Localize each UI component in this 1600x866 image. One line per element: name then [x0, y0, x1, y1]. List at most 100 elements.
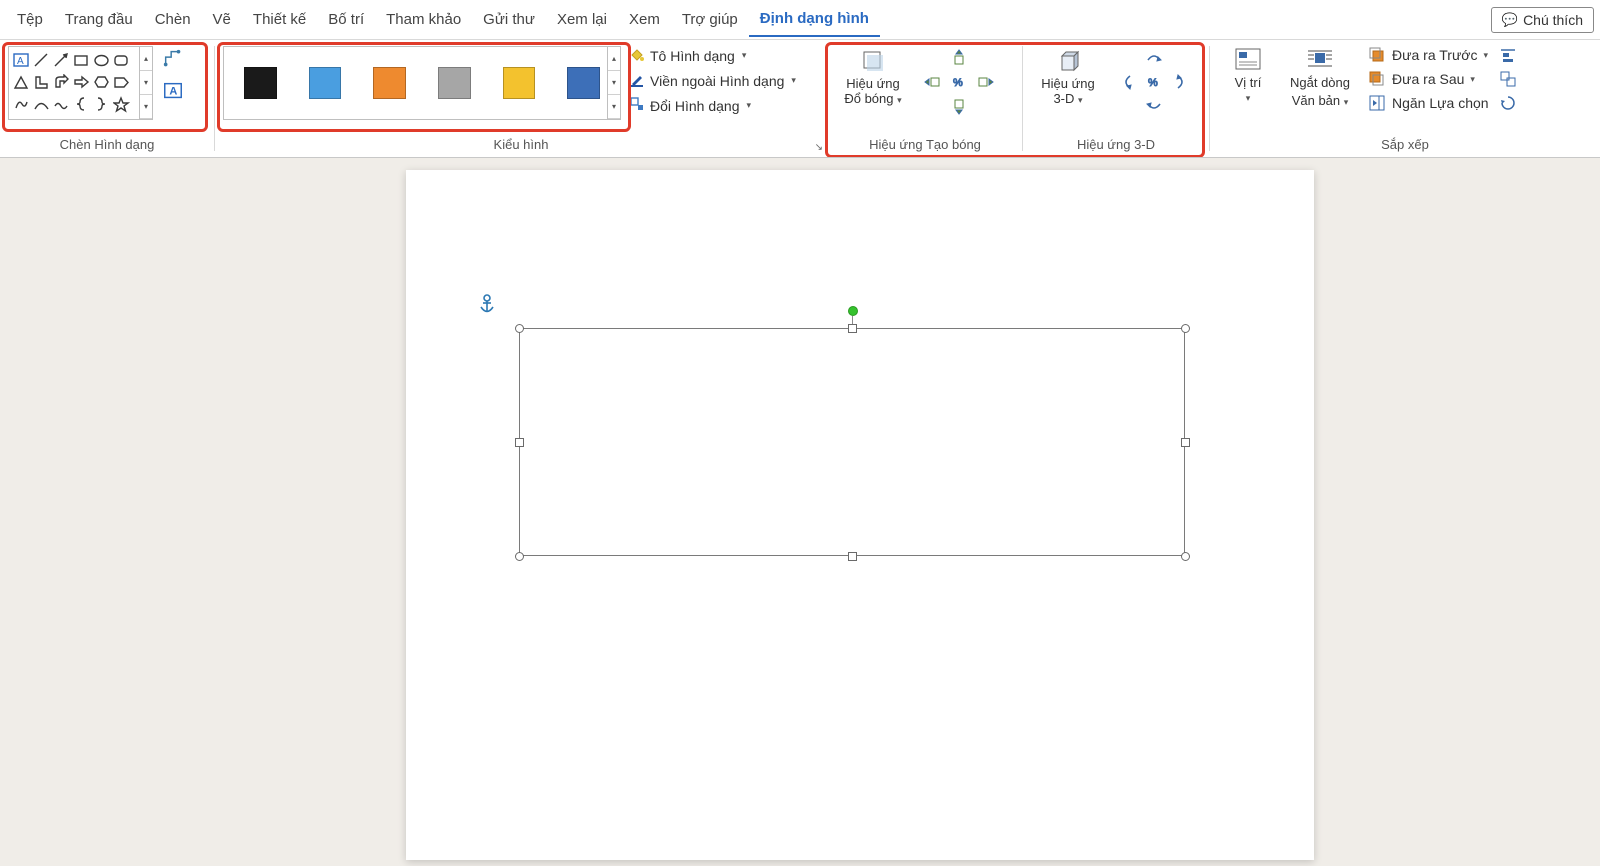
- shape-fill-button[interactable]: Tô Hình dạng ▾: [629, 46, 796, 65]
- pen-icon: [629, 71, 645, 90]
- pentagon-arrow-icon: [113, 74, 130, 91]
- style-swatch-3[interactable]: [373, 67, 406, 99]
- nudge-shadow-left[interactable]: [921, 71, 945, 93]
- shadow-center-icon[interactable]: %: [947, 71, 971, 93]
- svg-text:A: A: [17, 56, 24, 67]
- menu-help[interactable]: Trợ giúp: [671, 3, 749, 36]
- resize-handle-n[interactable]: [848, 324, 857, 333]
- menu-layout[interactable]: Bố trí: [317, 3, 375, 36]
- paint-bucket-icon: [629, 46, 645, 65]
- menu-mailings[interactable]: Gửi thư: [472, 3, 546, 36]
- wave-icon: [53, 96, 70, 113]
- group-label-styles: Kiểu hình: [223, 135, 819, 157]
- edit-shape-button[interactable]: [160, 46, 186, 72]
- comments-button[interactable]: 💬 Chú thích: [1491, 7, 1594, 33]
- shadow-effects-button[interactable]: Hiệu ứng Đổ bóng ▾: [836, 46, 910, 106]
- bring-forward-label: Đưa ra Trước: [1392, 47, 1478, 63]
- change-shape-icon: [629, 96, 645, 115]
- wrap-text-icon: [1305, 46, 1335, 72]
- menu-references[interactable]: Tham khảo: [375, 3, 472, 36]
- menu-insert[interactable]: Chèn: [144, 3, 202, 36]
- menu-file[interactable]: Tệp: [6, 3, 54, 36]
- right-brace-icon: [93, 96, 110, 113]
- group-button[interactable]: [1499, 70, 1517, 88]
- group-shadow-effects: Hiệu ứng Đổ bóng ▾ % Hiệu ứng Tạo bóng: [828, 40, 1022, 157]
- style-swatch-5[interactable]: [503, 67, 536, 99]
- resize-handle-se[interactable]: [1181, 552, 1190, 561]
- position-button[interactable]: Vị trí ▾: [1218, 46, 1278, 104]
- style-swatch-4[interactable]: [438, 67, 471, 99]
- shape-fill-label: Tô Hình dạng: [650, 48, 735, 64]
- style-gallery-scroll[interactable]: ▴▾▾: [607, 47, 620, 119]
- chevron-down-icon: ▾: [1470, 74, 1475, 85]
- dialog-launcher-icon[interactable]: ↘: [815, 142, 823, 153]
- selected-rectangle-shape[interactable]: [519, 328, 1185, 556]
- send-backward-button[interactable]: Đưa ra Sau ▾: [1368, 70, 1489, 88]
- ribbon: A: [0, 40, 1600, 158]
- tilt-center-icon[interactable]: %: [1142, 71, 1166, 93]
- svg-text:%: %: [953, 77, 963, 89]
- chevron-down-icon: ▾: [791, 75, 796, 86]
- chevron-down-icon: ▾: [1246, 93, 1251, 104]
- edit-shape-icon: [162, 48, 184, 70]
- bring-forward-button[interactable]: Đưa ra Trước ▾: [1368, 46, 1489, 64]
- menu-draw[interactable]: Vẽ: [202, 3, 242, 36]
- resize-handle-s[interactable]: [848, 552, 857, 561]
- menu-view[interactable]: Xem: [618, 3, 671, 36]
- resize-handle-ne[interactable]: [1181, 324, 1190, 333]
- threed-btn-l1: Hiệu ứng: [1041, 76, 1095, 91]
- rotate-button[interactable]: [1499, 94, 1517, 112]
- group-3d-effects: Hiệu ứng 3-D ▾ % Hiệu ứng 3-D: [1023, 40, 1209, 157]
- left-brace-icon: [73, 96, 90, 113]
- triangle-icon: [13, 74, 30, 91]
- align-button[interactable]: [1499, 46, 1517, 64]
- document-page[interactable]: [406, 170, 1314, 860]
- nudge-shadow-right[interactable]: [973, 71, 997, 93]
- wrap-text-button[interactable]: Ngắt dòng Văn bản ▾: [1284, 46, 1356, 108]
- style-swatch-1[interactable]: [244, 67, 277, 99]
- rotate-handle[interactable]: [848, 306, 858, 316]
- chevron-down-icon: ▾: [1344, 97, 1349, 107]
- style-swatch-2[interactable]: [309, 67, 342, 99]
- menu-shape-format[interactable]: Định dạng hình: [749, 2, 880, 37]
- menu-review[interactable]: Xem lại: [546, 3, 618, 36]
- document-area[interactable]: [0, 158, 1600, 866]
- shadow-icon: [859, 48, 887, 76]
- selection-pane-button[interactable]: Ngăn Lựa chọn: [1368, 94, 1489, 112]
- style-gallery[interactable]: ▴▾▾: [223, 46, 621, 120]
- gallery-scroll[interactable]: ▴▾▾: [139, 47, 152, 119]
- tilt-up[interactable]: [1142, 47, 1166, 69]
- nudge-shadow-down[interactable]: [947, 95, 971, 117]
- resize-handle-e[interactable]: [1181, 438, 1190, 447]
- group-label-shadow: Hiệu ứng Tạo bóng: [836, 135, 1014, 157]
- resize-handle-w[interactable]: [515, 438, 524, 447]
- rotate-icon: [1499, 94, 1517, 112]
- style-swatch-6[interactable]: [567, 67, 600, 99]
- threed-effects-button[interactable]: Hiệu ứng 3-D ▾: [1031, 46, 1105, 106]
- nudge-shadow-up[interactable]: [947, 47, 971, 69]
- shape-outline-button[interactable]: Viền ngoài Hình dạng ▾: [629, 71, 796, 90]
- group-arrange: Vị trí ▾ Ngắt dòng Văn bản ▾ Đưa ra Trướ…: [1210, 40, 1600, 157]
- shapes-gallery[interactable]: A: [8, 46, 153, 120]
- u-turn-arrow-icon: [53, 74, 70, 91]
- menu-home[interactable]: Trang đầu: [54, 3, 144, 36]
- l-shape-icon: [33, 74, 50, 91]
- tilt-down[interactable]: [1142, 95, 1166, 117]
- shadow-nudge-grid: %: [920, 46, 998, 118]
- tilt-right[interactable]: [1168, 71, 1192, 93]
- change-shape-button[interactable]: Đổi Hình dạng ▾: [629, 96, 796, 115]
- wrap-l1: Ngắt dòng: [1290, 75, 1350, 90]
- menu-bar: Tệp Trang đầu Chèn Vẽ Thiết kế Bố trí Th…: [0, 0, 1600, 40]
- bring-forward-icon: [1368, 46, 1386, 64]
- svg-text:A: A: [169, 86, 177, 98]
- line-arrow-icon: [53, 52, 70, 69]
- resize-handle-nw[interactable]: [515, 324, 524, 333]
- chevron-down-icon: ▾: [742, 50, 747, 61]
- svg-text:%: %: [1148, 77, 1158, 89]
- tilt-left[interactable]: [1116, 71, 1140, 93]
- resize-handle-sw[interactable]: [515, 552, 524, 561]
- draw-textbox-button[interactable]: A: [160, 78, 186, 104]
- menu-design[interactable]: Thiết kế: [242, 3, 317, 36]
- shape-outline-label: Viền ngoài Hình dạng: [650, 73, 784, 89]
- group-label-insert-shapes: Chèn Hình dạng: [8, 135, 206, 157]
